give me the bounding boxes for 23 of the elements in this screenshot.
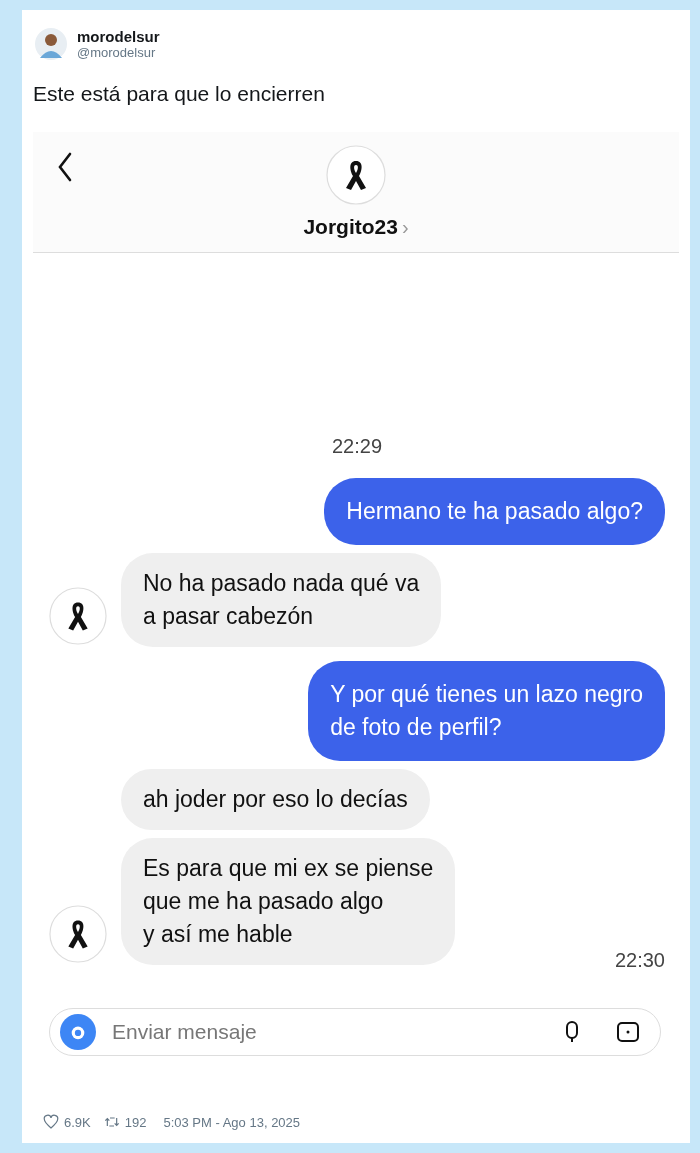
message-field[interactable]: Enviar mensaje (110, 1019, 528, 1045)
avatar-icon (35, 28, 67, 60)
heart-icon[interactable] (43, 1114, 59, 1130)
tweet-text: Este está para que lo encierren (33, 82, 326, 106)
message-time: 22:29 (331, 435, 383, 458)
chevron-icon[interactable]: › (401, 216, 409, 239)
image-icon[interactable] (616, 1020, 640, 1044)
author-name[interactable]: morodelsur (77, 28, 160, 45)
tweet-date[interactable]: 5:03 PM - Ago 13, 2025 (163, 1114, 301, 1130)
received-message: ah joder por eso lo decías (121, 769, 430, 830)
sent-message: Y por qué tienes un lazo negro de foto de perfil? (308, 661, 665, 761)
like-count: 6.9K (64, 1114, 91, 1130)
camera-icon[interactable] (60, 1014, 96, 1050)
ribbon-avatar-icon[interactable] (326, 145, 386, 205)
back-icon[interactable] (57, 152, 73, 182)
received-message: No ha pasado nada qué va a pasar cabezón (121, 553, 442, 647)
received-message: Es para que mi ex se piense que me ha pasado algo y así me hable (121, 838, 456, 965)
contact-name[interactable]: Jorgito23 (303, 215, 398, 239)
sent-message: Hermano te ha pasado algo? (324, 478, 665, 545)
message-time: 22:30 (614, 949, 665, 972)
author-handle[interactable]: @morodelsur (77, 45, 160, 60)
retweet-icon[interactable] (103, 1114, 120, 1130)
retweet-count: 192 (124, 1114, 147, 1130)
